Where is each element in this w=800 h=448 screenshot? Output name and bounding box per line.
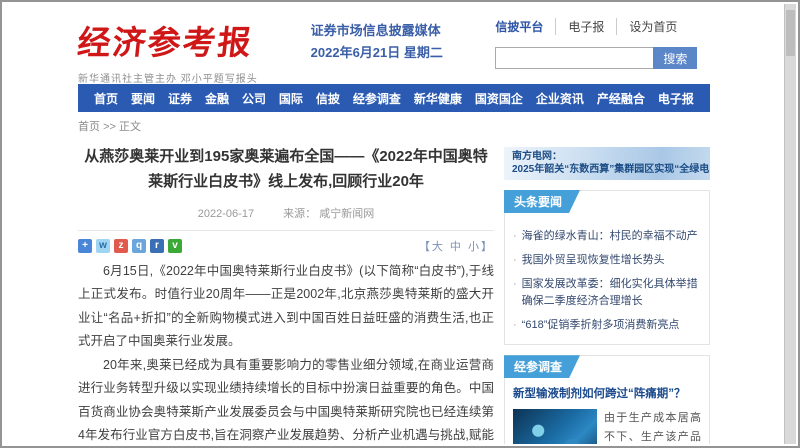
headline-text[interactable]: 海雀的绿水青山：村民的幸福不动产 <box>522 228 698 245</box>
bullet-icon: · <box>513 228 517 245</box>
nav-item-securities[interactable]: 证券 <box>168 90 192 107</box>
sidebar: 南方电网： 2025年韶关“东数西算”集群园区实现“全绿电” 头条要闻 · 海雀… <box>504 139 710 444</box>
headlines-list: · 海雀的绿水青山：村民的幸福不动产 · 我国外贸呈现恢复性增长势头 · 国家发… <box>505 213 709 344</box>
survey-article-title[interactable]: 新型输液制剂如何跨过“阵痛期”？ <box>513 385 701 401</box>
logo-subtitle: 新华通讯社主管主办 邓小平题写报头 <box>78 70 283 85</box>
top-links: 信披平台 电子报 设为首页 <box>495 18 710 35</box>
headline-item[interactable]: · 我国外贸呈现恢复性增长势头 <box>513 252 701 269</box>
article-paragraph: 20年来,奥莱已经成为具有重要影响力的零售业细分领域,在商业运营商进行业务转型升… <box>78 354 494 445</box>
nav-item-epaper[interactable]: 电子报 <box>658 90 694 107</box>
top-link-set-homepage[interactable]: 设为首页 <box>616 18 689 35</box>
top-link-epaper[interactable]: 电子报 <box>555 18 616 35</box>
article-title: 从燕莎奥莱开业到195家奥莱遍布全国——《2022年中国奥特莱斯行业白皮书》线上… <box>78 145 494 195</box>
article-date: 2022-06-17 <box>198 208 254 220</box>
font-size-controls[interactable]: 【大 中 小】 <box>419 238 494 254</box>
article-body: 6月15日,《2022年中国奥特莱斯行业白皮书》(以下简称“白皮书”),于线上正… <box>78 260 494 445</box>
breadcrumb: 首页 >> 正文 <box>78 112 710 139</box>
main-nav: 首页 要闻 证券 金融 公司 国际 信披 经参调查 新华健康 国资国企 企业资讯… <box>78 84 710 112</box>
nav-item-finance[interactable]: 金融 <box>205 90 229 107</box>
survey-body: 新型输液制剂如何跨过“阵痛期”？ 由于生产成本居高不下、生产该产品的高端装备又受… <box>505 378 709 444</box>
nav-item-enterprise-info[interactable]: 企业资讯 <box>536 90 584 107</box>
headline-text[interactable]: 国家发展改革委：细化实化具体举措 确保二季度经济合理增长 <box>522 276 701 310</box>
breadcrumb-home[interactable]: 首页 <box>78 121 100 133</box>
qq-icon[interactable]: q <box>132 239 146 253</box>
vertical-scrollbar[interactable] <box>784 4 796 444</box>
nav-item-industry[interactable]: 产经融合 <box>597 90 645 107</box>
bullet-icon: · <box>513 317 517 334</box>
breadcrumb-current: 正文 <box>119 121 141 133</box>
logo-calligraphy-text[interactable]: 经济参考报 <box>75 16 285 64</box>
article-column: 从燕莎奥莱开业到195家奥莱遍布全国——《2022年中国奥特莱斯行业白皮书》线上… <box>78 139 494 444</box>
nav-item-news[interactable]: 要闻 <box>131 90 155 107</box>
top-link-disclosure-platform[interactable]: 信披平台 <box>495 18 555 35</box>
headline-item[interactable]: · “618”促销季折射多项消费新亮点 <box>513 317 701 334</box>
ad-line1: 南方电网： <box>512 150 702 163</box>
breadcrumb-separator: >> <box>103 121 116 133</box>
bullet-icon: · <box>513 276 517 310</box>
share-icons: + w z q r v <box>78 239 182 253</box>
article-paragraph: 6月15日,《2022年中国奥特莱斯行业白皮书》(以下简称“白皮书”),于线上正… <box>78 260 494 354</box>
browser-window: 经济参考报 新华通讯社主管主办 邓小平题写报头 证券市场信息披露媒体 2022年… <box>0 0 800 448</box>
headline-item[interactable]: · 国家发展改革委：细化实化具体举措 确保二季度经济合理增长 <box>513 276 701 310</box>
survey-tab[interactable]: 经参调查 <box>504 355 580 378</box>
nav-item-health[interactable]: 新华健康 <box>414 90 462 107</box>
search-input[interactable] <box>495 47 653 69</box>
headline-text[interactable]: 我国外贸呈现恢复性增长势头 <box>522 252 665 269</box>
share-plus-icon[interactable]: + <box>78 239 92 253</box>
renren-icon[interactable]: r <box>150 239 164 253</box>
headline-text[interactable]: “618”促销季折射多项消费新亮点 <box>522 317 680 334</box>
header-date: 2022年6月21日 星期二 <box>311 42 496 64</box>
search-bar: 搜索 <box>495 47 710 69</box>
survey-photo[interactable] <box>513 409 597 444</box>
article-source-label: 来源： <box>283 208 316 220</box>
header-slogan-block: 证券市场信息披露媒体 2022年6月21日 星期二 <box>311 16 496 64</box>
article-toolbar: + w z q r v 【大 中 小】 <box>78 238 494 254</box>
site-logo[interactable]: 经济参考报 新华通讯社主管主办 邓小平题写报头 <box>78 16 283 85</box>
nav-item-disclosure[interactable]: 信披 <box>316 90 340 107</box>
ad-banner[interactable]: 南方电网： 2025年韶关“东数西算”集群园区实现“全绿电” <box>504 147 710 180</box>
header-right: 信披平台 电子报 设为首页 搜索 <box>495 16 710 69</box>
header-slogan: 证券市场信息披露媒体 <box>311 20 496 42</box>
nav-item-home[interactable]: 首页 <box>94 90 118 107</box>
search-button[interactable]: 搜索 <box>653 47 697 69</box>
wechat-icon[interactable]: v <box>168 239 182 253</box>
weibo-icon[interactable]: w <box>96 239 110 253</box>
headline-item[interactable]: · 海雀的绿水青山：村民的幸福不动产 <box>513 228 701 245</box>
survey-box: 经参调查 新型输液制剂如何跨过“阵痛期”？ 由于生产成本居高不下、生产该产品的高… <box>504 355 710 444</box>
article-source: 咸宁新闻网 <box>319 208 374 220</box>
scrollbar-thumb[interactable] <box>786 10 795 56</box>
nav-item-international[interactable]: 国际 <box>279 90 303 107</box>
article-meta: 2022-06-17 来源： 咸宁新闻网 <box>78 205 494 231</box>
headlines-box: 头条要闻 · 海雀的绿水青山：村民的幸福不动产 · 我国外贸呈现恢复性增长势头 <box>504 190 710 345</box>
headlines-tab[interactable]: 头条要闻 <box>504 190 580 213</box>
nav-item-soe[interactable]: 国资国企 <box>475 90 523 107</box>
nav-item-company[interactable]: 公司 <box>242 90 266 107</box>
ad-line2: 2025年韶关“东数西算”集群园区实现“全绿电” <box>512 163 702 176</box>
page: 经济参考报 新华通讯社主管主办 邓小平题写报头 证券市场信息披露媒体 2022年… <box>4 4 784 444</box>
nav-item-survey[interactable]: 经参调查 <box>353 90 401 107</box>
site-header: 经济参考报 新华通讯社主管主办 邓小平题写报头 证券市场信息披露媒体 2022年… <box>78 4 710 84</box>
qzone-icon[interactable]: z <box>114 239 128 253</box>
bullet-icon: · <box>513 252 517 269</box>
